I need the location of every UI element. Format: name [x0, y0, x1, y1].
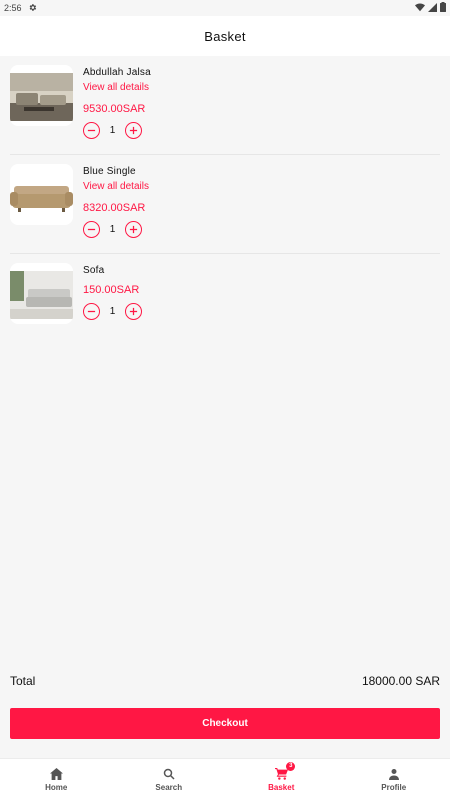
nav-item-basket[interactable]: 3 Basket	[225, 759, 338, 800]
plus-icon	[129, 307, 138, 316]
decrease-quantity-button[interactable]	[83, 221, 100, 238]
basket-item: Abdullah Jalsa View all details 9530.00S…	[10, 56, 440, 155]
product-name: Sofa	[83, 265, 105, 276]
increase-quantity-button[interactable]	[125, 122, 142, 139]
product-price: 9530.00SAR	[83, 103, 146, 115]
quantity-value: 1	[109, 306, 116, 317]
plus-icon	[129, 225, 138, 234]
status-bar: 2:56	[0, 0, 450, 16]
signal-icon	[428, 2, 437, 14]
minus-icon	[87, 129, 96, 132]
search-icon	[162, 767, 176, 781]
minus-icon	[87, 310, 96, 313]
cart-count-badge: 3	[286, 762, 296, 771]
nav-label: Home	[45, 783, 68, 792]
product-price: 150.00SAR	[83, 284, 140, 296]
nav-label: Basket	[268, 783, 295, 792]
status-time: 2:56	[4, 3, 22, 13]
nav-item-profile[interactable]: Profile	[338, 759, 450, 800]
product-name: Abdullah Jalsa	[83, 67, 151, 78]
view-details-link[interactable]: View all details	[83, 181, 149, 192]
settings-gear-icon	[28, 3, 37, 14]
decrease-quantity-button[interactable]	[83, 122, 100, 139]
nav-label: Profile	[381, 783, 407, 792]
page-title: Basket	[204, 28, 246, 44]
basket-list: Abdullah Jalsa View all details 9530.00S…	[10, 56, 440, 353]
nav-label: Search	[155, 783, 183, 792]
product-image[interactable]	[10, 263, 73, 324]
total-label: Total	[10, 674, 36, 688]
quantity-stepper: 1	[83, 122, 142, 139]
home-icon	[49, 767, 63, 781]
view-details-link[interactable]: View all details	[83, 82, 149, 93]
nav-item-search[interactable]: Search	[113, 759, 226, 800]
increase-quantity-button[interactable]	[125, 303, 142, 320]
bottom-nav: Home Search 3 Basket Profile	[0, 758, 450, 800]
plus-icon	[129, 126, 138, 135]
quantity-stepper: 1	[83, 221, 142, 238]
quantity-stepper: 1	[83, 303, 142, 320]
total-value: 18000.00 SAR	[361, 674, 440, 688]
minus-icon	[87, 228, 96, 231]
battery-icon	[440, 2, 446, 14]
checkout-button[interactable]: Checkout	[10, 708, 440, 739]
basket-item: Sofa 150.00SAR 1	[10, 254, 440, 353]
quantity-value: 1	[109, 125, 116, 136]
decrease-quantity-button[interactable]	[83, 303, 100, 320]
product-image[interactable]	[10, 164, 73, 225]
increase-quantity-button[interactable]	[125, 221, 142, 238]
app-bar: Basket	[0, 16, 450, 56]
product-price: 8320.00SAR	[83, 202, 146, 214]
person-icon	[387, 767, 401, 781]
wifi-icon	[415, 3, 425, 14]
cart-icon: 3	[274, 762, 296, 781]
nav-item-home[interactable]: Home	[0, 759, 113, 800]
product-image[interactable]	[10, 65, 73, 126]
product-name: Blue Single	[83, 166, 136, 177]
total-row: Total 18000.00 SAR	[10, 674, 440, 688]
quantity-value: 1	[109, 224, 116, 235]
basket-item: Blue Single View all details 8320.00SAR …	[10, 155, 440, 254]
